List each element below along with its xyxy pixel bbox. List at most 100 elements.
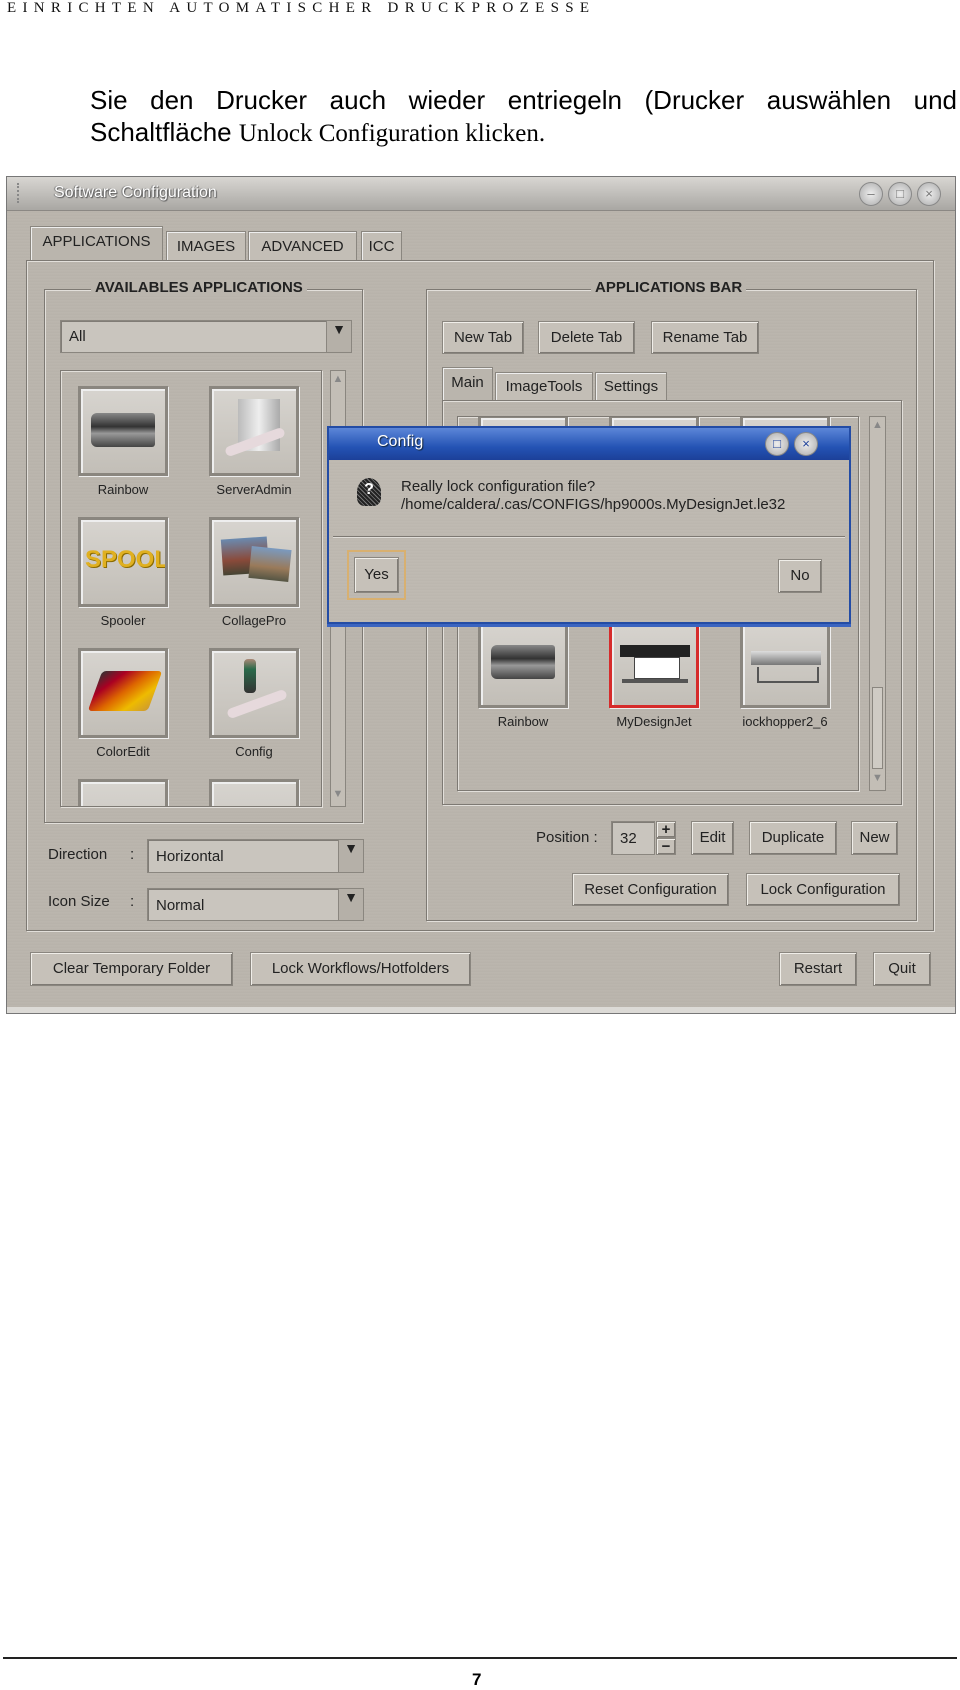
delete-tab-button[interactable]: Delete Tab <box>538 321 635 354</box>
body-paragraph-line-1: Sie den Drucker auch wieder entriegeln (… <box>90 85 957 115</box>
minimize-icon[interactable]: – <box>859 182 883 206</box>
dialog-title-bar[interactable]: Config □ × <box>329 428 849 460</box>
color-swatch-icon <box>81 651 165 735</box>
available-app-config-tile[interactable] <box>209 648 299 738</box>
bar-app-2-tile[interactable] <box>740 618 830 708</box>
chevron-down-icon[interactable]: ▼ <box>326 321 351 352</box>
decrement-icon[interactable]: − <box>656 838 676 855</box>
direction-label: Direction <box>48 846 108 863</box>
bar-app-0-tile[interactable] <box>478 618 568 708</box>
available-app-collagepro-label: CollagePro <box>221 613 287 628</box>
tab-images[interactable]: IMAGES <box>166 231 246 260</box>
clear-temporary-folder-button[interactable]: Clear Temporary Folder <box>30 952 233 986</box>
printer-icon <box>81 389 165 473</box>
position-value: 32 <box>620 830 637 847</box>
grip-icon <box>17 183 22 203</box>
available-applications-title: AVAILABLES APPLICATIONS <box>91 279 307 296</box>
printer-icon <box>212 782 296 806</box>
edit-button[interactable]: Edit <box>691 821 734 855</box>
available-app-more-2-tile[interactable] <box>209 779 299 806</box>
config-dialog: Config □ × ? Really lock configuration f… <box>327 426 851 624</box>
dialog-message-line-2: /home/caldera/.cas/CONFIGS/hp9000s.MyDes… <box>401 496 786 513</box>
dialog-divider <box>333 536 845 538</box>
available-app-serveradmin-label: ServerAdmin <box>216 482 292 497</box>
position-label: Position : <box>536 829 598 846</box>
available-app-coloredit-tile[interactable] <box>78 648 168 738</box>
scroll-up-icon[interactable]: ▲ <box>870 419 885 435</box>
available-app-spooler-label: Spooler <box>100 613 146 628</box>
new-button[interactable]: New <box>851 821 898 855</box>
increment-icon[interactable]: + <box>656 821 676 838</box>
scroll-down-icon[interactable]: ▼ <box>870 772 885 788</box>
category-filter-value: All <box>69 328 86 345</box>
direction-select[interactable]: Horizontal ▼ <box>147 839 364 873</box>
page-number: 7 <box>472 1670 482 1689</box>
no-button[interactable]: No <box>778 559 822 593</box>
applications-bar-title: APPLICATIONS BAR <box>591 279 747 296</box>
dialog-title: Config <box>377 433 424 450</box>
duplicate-button[interactable]: Duplicate <box>749 821 837 855</box>
category-filter-select[interactable]: All ▼ <box>60 320 352 353</box>
lock-workflows-button[interactable]: Lock Workflows/Hotfolders <box>250 952 471 986</box>
chevron-down-icon[interactable]: ▼ <box>338 840 363 872</box>
bar-app-0-label: Rainbow <box>497 714 549 729</box>
available-app-config-label: Config <box>235 744 273 759</box>
close-icon[interactable]: × <box>917 182 941 206</box>
scrollbar-thumb[interactable] <box>872 687 883 769</box>
bar-tab-settings[interactable]: Settings <box>595 372 667 400</box>
maximize-icon[interactable]: □ <box>888 182 912 206</box>
reset-configuration-button[interactable]: Reset Configuration <box>572 873 729 906</box>
position-stepper[interactable]: 32 <box>611 821 655 855</box>
icon-size-colon: : <box>130 893 135 910</box>
direction-value: Horizontal <box>156 848 224 865</box>
scroll-up-icon[interactable]: ▲ <box>331 373 345 389</box>
available-app-spooler-tile[interactable]: SPOOL <box>78 517 168 607</box>
tab-icc[interactable]: ICC <box>361 231 402 260</box>
window-title-bar[interactable]: Software Configuration – □ × <box>7 177 955 211</box>
available-app-rainbow-tile[interactable] <box>78 386 168 476</box>
bar-list-scrollbar[interactable]: ▲ ▼ <box>869 416 886 791</box>
tab-advanced[interactable]: ADVANCED <box>248 231 357 260</box>
paragraph-term: Unlock Configuration klicken. <box>238 120 546 147</box>
paragraph-prefix: Schaltfläche <box>90 117 239 147</box>
question-icon: ? <box>357 478 381 506</box>
direction-colon: : <box>130 846 135 863</box>
printer-icon <box>481 621 565 705</box>
body-paragraph-line-2: Schaltfläche Unlock Configuration klicke… <box>90 117 957 149</box>
bar-app-1-label: MyDesignJet <box>616 714 692 729</box>
bar-tab-imagetools[interactable]: ImageTools <box>495 372 593 400</box>
photos-icon <box>212 520 296 604</box>
available-app-serveradmin-tile[interactable] <box>209 386 299 476</box>
server-wrench-icon <box>212 389 296 473</box>
wide-printer-icon <box>743 621 827 705</box>
new-tab-button[interactable]: New Tab <box>442 321 524 354</box>
close-icon[interactable]: × <box>794 432 818 456</box>
bar-tab-main[interactable]: Main <box>442 367 493 401</box>
available-app-collagepro-tile[interactable] <box>209 517 299 607</box>
bar-app-2-label: iockhopper2_6 <box>742 714 828 729</box>
dialog-message-line-1: Really lock configuration file? <box>401 478 596 495</box>
rename-tab-button[interactable]: Rename Tab <box>651 321 759 354</box>
large-format-printer-icon <box>612 621 696 705</box>
lock-configuration-button[interactable]: Lock Configuration <box>746 873 900 906</box>
tab-applications[interactable]: APPLICATIONS <box>30 226 163 261</box>
printer-icon <box>81 782 165 806</box>
restart-button[interactable]: Restart <box>779 952 857 986</box>
icon-size-value: Normal <box>156 897 205 914</box>
quit-button[interactable]: Quit <box>873 952 931 986</box>
icon-size-label: Icon Size <box>48 893 110 910</box>
maximize-icon[interactable]: □ <box>765 432 789 456</box>
bar-app-1-tile[interactable] <box>609 618 699 708</box>
window-title: Software Configuration <box>54 184 217 201</box>
icon-size-select[interactable]: Normal ▼ <box>147 888 364 921</box>
available-applications-list: Rainbow ServerAdmin SPOOL Spooler CollagePro… <box>60 370 322 807</box>
footer-rule <box>3 1657 957 1659</box>
available-app-coloredit-label: ColorEdit <box>96 744 150 759</box>
scroll-down-icon[interactable]: ▼ <box>331 788 345 804</box>
spool-icon: SPOOL <box>85 546 168 573</box>
running-header: EINRICHTEN AUTOMATISCHER DRUCKPROZESSE <box>7 0 596 16</box>
yes-button[interactable]: Yes <box>354 557 399 593</box>
config-wrench-icon <box>212 651 296 735</box>
available-app-more-1-tile[interactable] <box>78 779 168 806</box>
chevron-down-icon[interactable]: ▼ <box>338 889 363 920</box>
